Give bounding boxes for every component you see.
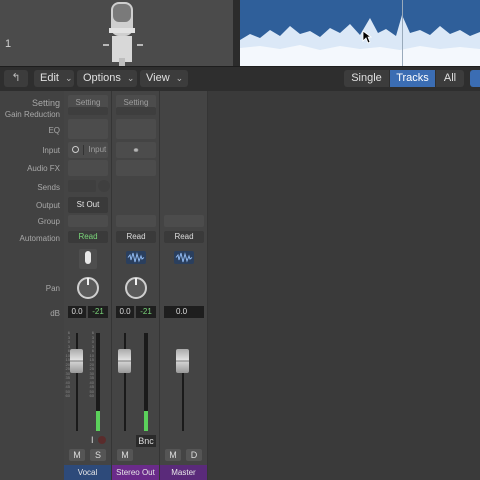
waveform	[240, 15, 480, 66]
tracks-view-button[interactable]: Tracks	[390, 70, 435, 87]
input-circle-icon	[72, 146, 79, 154]
track-divider	[233, 0, 240, 66]
volume-value[interactable]: 0.0	[68, 306, 86, 318]
track-name-stereo-out[interactable]: Stereo Out	[112, 465, 159, 480]
mute-button[interactable]: M	[165, 449, 181, 461]
channel-strip-master: Read 0.0 M D Master	[160, 91, 208, 480]
eq-thumbnail[interactable]	[116, 119, 156, 139]
volume-fader[interactable]	[176, 349, 189, 373]
back-arrow-icon[interactable]: ↰	[4, 70, 28, 87]
edit-menu[interactable]: Edit ⌄	[34, 70, 74, 87]
gain-reduction-label: Gain Reduction	[4, 110, 60, 119]
microphone-icon	[103, 2, 143, 66]
fader-track	[124, 333, 126, 431]
output-label: Output	[35, 201, 60, 210]
group-slot[interactable]	[68, 215, 108, 227]
volume-fader[interactable]	[70, 349, 83, 373]
waveform-icon[interactable]	[174, 251, 194, 264]
channel-strip-vocal: Setting Input St Out Read 0.0 -21 630361…	[64, 91, 112, 480]
playhead	[402, 0, 403, 66]
mute-button[interactable]: M	[69, 449, 85, 461]
audio-fx-label: Audio FX	[27, 164, 60, 173]
track-name-vocal[interactable]: Vocal	[64, 465, 111, 480]
toolbar-overflow-button[interactable]	[470, 70, 480, 87]
all-view-button[interactable]: All	[436, 70, 464, 87]
pan-knob[interactable]	[77, 277, 99, 299]
track-number: 1	[5, 38, 12, 50]
audio-region[interactable]	[240, 0, 480, 66]
waveform-icon[interactable]	[126, 251, 146, 264]
volume-value[interactable]: 0.0	[164, 306, 204, 318]
db-label: dB	[50, 309, 60, 318]
send-slot[interactable]	[68, 180, 96, 192]
input-value: Input	[88, 145, 107, 154]
gain-reduction-meter	[68, 107, 108, 115]
track-header[interactable]: 1	[0, 0, 233, 66]
audio-fx-slot[interactable]	[116, 160, 156, 176]
mixer-empty-area	[208, 91, 480, 480]
mixer-toolbar: ↰ Edit ⌄ Options ⌄ View ⌄ Single Tracks All	[0, 66, 480, 92]
level-meter	[144, 333, 148, 431]
automation-mode[interactable]: Read	[116, 231, 156, 243]
record-enable-button[interactable]	[98, 436, 106, 444]
volume-fader[interactable]	[118, 349, 131, 373]
mouse-cursor-icon	[362, 30, 372, 44]
eq-thumbnail[interactable]	[68, 119, 108, 139]
stereo-link-icon[interactable]: ⚭	[116, 142, 156, 158]
single-view-button[interactable]: Single	[344, 70, 389, 87]
input-monitor-button[interactable]: I	[91, 435, 94, 445]
view-menu[interactable]: View ⌄	[140, 70, 188, 87]
automation-label: Automation	[19, 234, 60, 243]
level-meter	[96, 333, 100, 431]
channel-strip-stereo-out: Setting ⚭ Read 0.0 -21 Bnc M Stereo Out	[112, 91, 160, 480]
mute-button[interactable]: M	[117, 449, 133, 461]
output-slot[interactable]: St Out	[68, 197, 108, 213]
track-name-master[interactable]: Master	[160, 465, 207, 480]
peak-value: -21	[136, 306, 156, 318]
level-meter-fill	[96, 411, 100, 431]
automation-mode[interactable]: Read	[68, 231, 108, 243]
input-slot[interactable]: Input	[68, 142, 108, 158]
automation-mode[interactable]: Read	[164, 231, 204, 243]
level-meter-fill	[144, 411, 148, 431]
setting-label: Setting	[31, 98, 60, 108]
send-level-knob[interactable]	[98, 180, 110, 192]
input-label: Input	[42, 146, 60, 155]
dim-button[interactable]: D	[186, 449, 202, 461]
pan-label: Pan	[45, 284, 60, 293]
volume-value[interactable]: 0.0	[116, 306, 134, 318]
group-slot[interactable]	[116, 215, 156, 227]
sends-label: Sends	[37, 183, 60, 192]
options-menu[interactable]: Options ⌄	[77, 70, 137, 87]
fader-track	[76, 333, 78, 431]
group-label: Group	[37, 217, 60, 226]
gain-reduction-meter	[116, 107, 156, 115]
microphone-icon[interactable]	[79, 249, 97, 269]
meter-scale: 6 3 0 3 6 10 15 20 25 30 35 40 45 50 60	[89, 330, 94, 398]
audio-fx-slot[interactable]	[68, 160, 108, 176]
solo-button[interactable]: S	[90, 449, 106, 461]
peak-value: -21	[88, 306, 108, 318]
row-labels: Setting Gain Reduction EQ Input Audio FX…	[0, 91, 64, 480]
eq-label: EQ	[48, 126, 60, 135]
bounce-button[interactable]: Bnc	[136, 435, 156, 447]
pan-knob[interactable]	[125, 277, 147, 299]
group-slot[interactable]	[164, 215, 204, 227]
